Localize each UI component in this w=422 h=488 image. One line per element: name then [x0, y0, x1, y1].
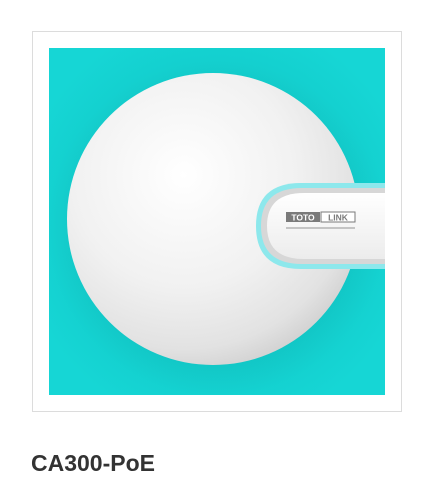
product-title[interactable]: CA300-PoE [31, 448, 155, 478]
ceiling-access-point-illustration: TOTO LINK [49, 48, 385, 395]
product-image[interactable]: TOTO LINK [49, 48, 385, 395]
svg-text:LINK: LINK [328, 212, 349, 222]
svg-text:TOTO: TOTO [291, 212, 315, 222]
badge-face [267, 193, 385, 259]
